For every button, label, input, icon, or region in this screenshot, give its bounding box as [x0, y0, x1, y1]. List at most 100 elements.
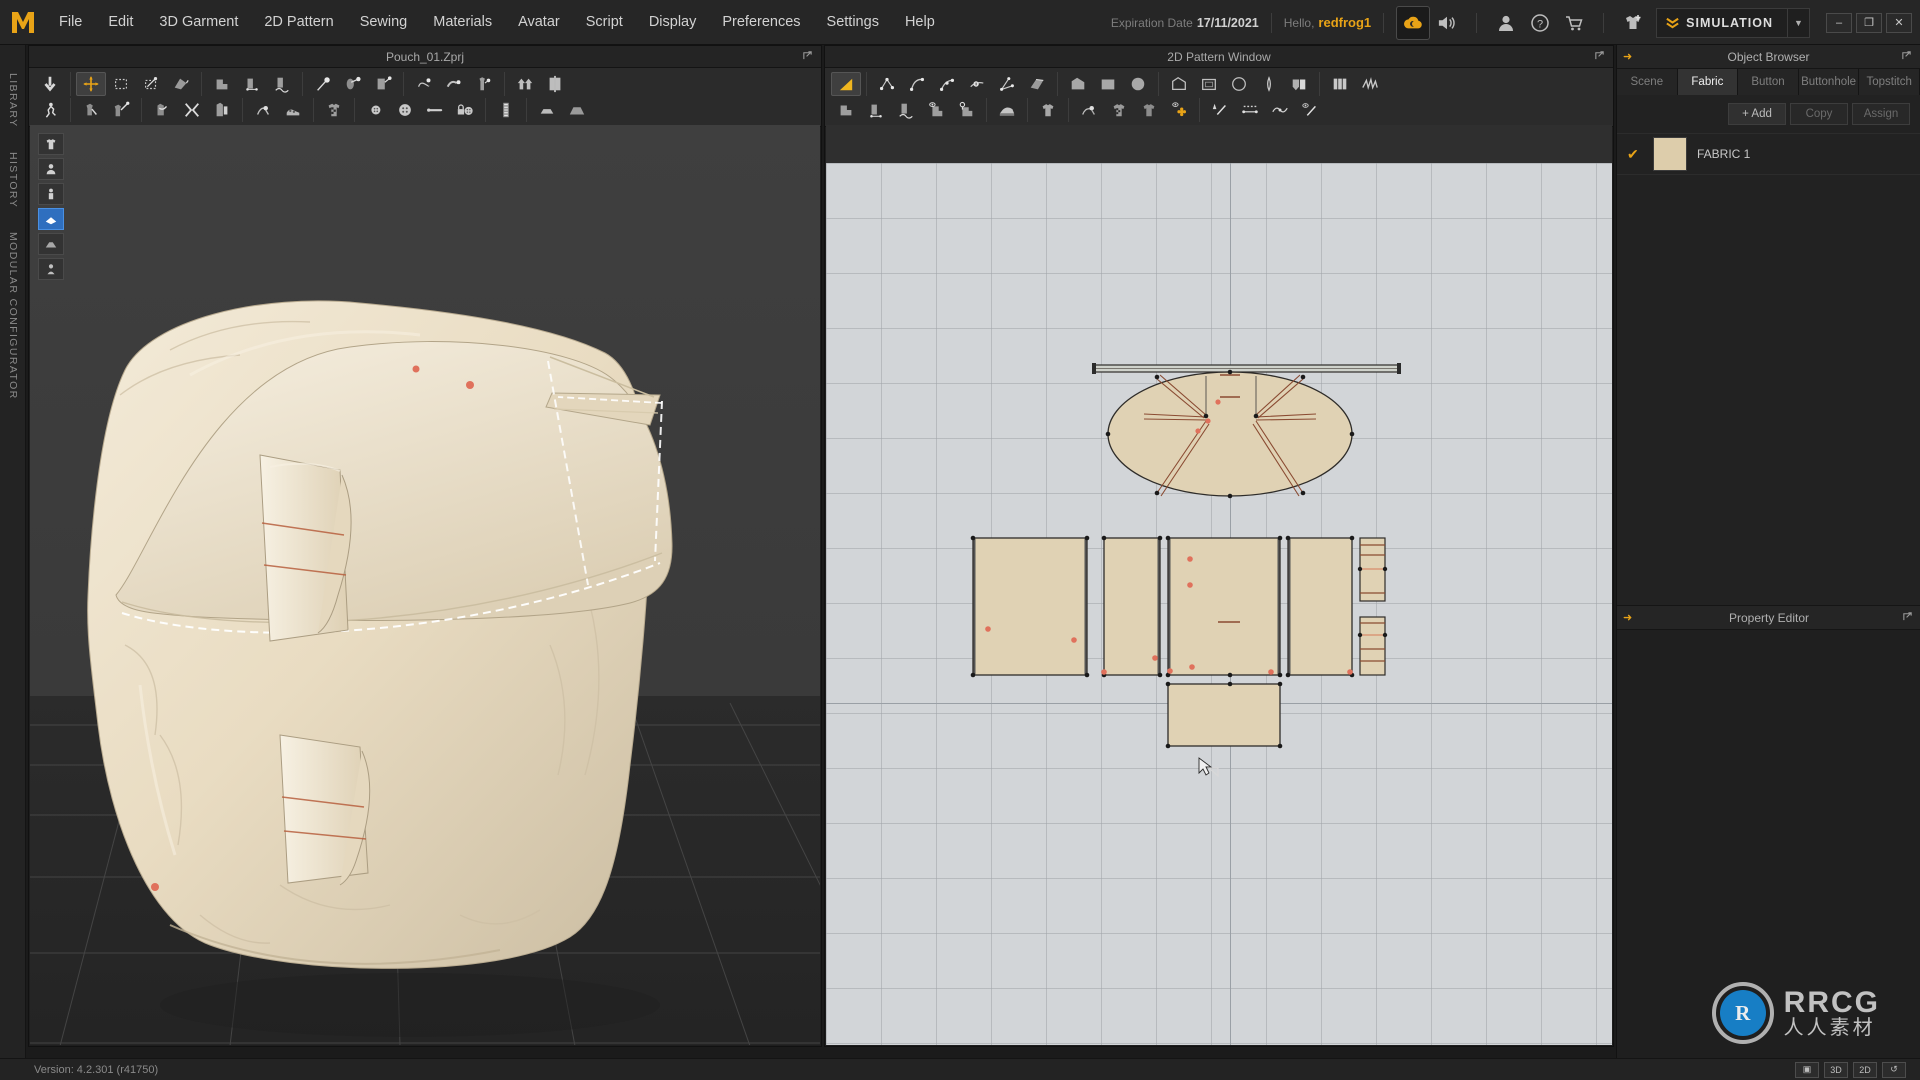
expand-icon[interactable]: [1901, 50, 1912, 64]
split-view-button[interactable]: ▣: [1795, 1061, 1819, 1078]
button-icon[interactable]: [390, 98, 420, 122]
fold-arrange-tool[interactable]: [166, 72, 196, 96]
zipper-strip-icon[interactable]: [491, 98, 521, 122]
menu-script[interactable]: Script: [573, 0, 636, 45]
pleat-tool[interactable]: [1284, 72, 1314, 96]
measure-dot-icon[interactable]: [1235, 98, 1265, 122]
segment-tool[interactable]: [992, 72, 1022, 96]
segment-sew-tool[interactable]: [207, 72, 237, 96]
menu-edit[interactable]: Edit: [95, 0, 146, 45]
fabric-list-item[interactable]: ✔ FABRIC 1: [1617, 133, 1920, 175]
view-2d-button[interactable]: 2D: [1853, 1061, 1877, 1078]
attach-icon[interactable]: [469, 72, 499, 96]
sidebar-tab-library[interactable]: LIBRARY: [7, 63, 19, 142]
menu-display[interactable]: Display: [636, 0, 710, 45]
add-fabric-button[interactable]: + Add: [1728, 103, 1786, 125]
assign-fabric-button[interactable]: Assign: [1852, 103, 1910, 125]
view-fabric-button[interactable]: [38, 208, 64, 230]
expand-icon[interactable]: [802, 50, 813, 64]
skin-offset-icon[interactable]: [147, 98, 177, 122]
transform-pattern-tool[interactable]: [35, 72, 65, 96]
surface-icon[interactable]: [562, 98, 592, 122]
copy-fabric-button[interactable]: Copy: [1790, 103, 1848, 125]
edit-curve-point-tool[interactable]: [902, 72, 932, 96]
elastic-bar-icon[interactable]: [420, 98, 450, 122]
tape-icon[interactable]: [338, 72, 368, 96]
add-point-tool[interactable]: [932, 72, 962, 96]
close-button[interactable]: ✕: [1886, 12, 1912, 33]
tab-scene[interactable]: Scene: [1617, 69, 1678, 95]
xray-joint-icon[interactable]: [177, 98, 207, 122]
menu-materials[interactable]: Materials: [420, 0, 505, 45]
point-dart-tool[interactable]: [962, 72, 992, 96]
sidebar-tab-history[interactable]: HISTORY: [7, 142, 19, 222]
zipper-open-icon[interactable]: [540, 72, 570, 96]
mn-sew-tool[interactable]: [267, 72, 297, 96]
check-sew-tool[interactable]: [951, 98, 981, 122]
pin-arrow-icon[interactable]: ➜: [1623, 50, 1632, 63]
user-icon[interactable]: [1489, 6, 1523, 40]
username-label[interactable]: redfrog1: [1318, 15, 1371, 30]
edit-sew-tool[interactable]: [921, 98, 951, 122]
arrange-point-icon[interactable]: [207, 98, 237, 122]
edit-pattern-tool[interactable]: [831, 72, 861, 96]
pose-icon[interactable]: [76, 98, 106, 122]
shirt-view-icon[interactable]: [1134, 98, 1164, 122]
tab-button[interactable]: Button: [1738, 69, 1799, 95]
buttonhole-lock-icon[interactable]: [450, 98, 480, 122]
rect-pattern-tool[interactable]: [1194, 72, 1224, 96]
view-person-button[interactable]: [38, 183, 64, 205]
free-select-tool[interactable]: [136, 72, 166, 96]
tab-fabric[interactable]: Fabric: [1677, 69, 1739, 95]
reset-view-button[interactable]: ↺: [1882, 1061, 1906, 1078]
view-garment-button[interactable]: [38, 133, 64, 155]
fabric-swatch[interactable]: [1653, 137, 1687, 171]
tab-buttonhole[interactable]: Buttonhole: [1798, 69, 1860, 95]
fold-pattern-tool[interactable]: [1325, 72, 1355, 96]
plane-icon[interactable]: [532, 98, 562, 122]
menu-3d-garment[interactable]: 3D Garment: [146, 0, 251, 45]
tab-topstitch[interactable]: Topstitch: [1859, 69, 1920, 95]
circle-tool[interactable]: [1123, 72, 1153, 96]
menu-sewing[interactable]: Sewing: [347, 0, 421, 45]
simulation-mode-selector[interactable]: SIMULATION ▼: [1656, 7, 1810, 38]
segment-sew-2d-tool[interactable]: [831, 98, 861, 122]
walking-icon[interactable]: [35, 98, 65, 122]
checker-shirt-icon[interactable]: [319, 98, 349, 122]
zipper-up-icon[interactable]: [510, 72, 540, 96]
expand-icon[interactable]: [1902, 611, 1913, 625]
2d-viewport[interactable]: [826, 125, 1612, 1045]
menu-settings[interactable]: Settings: [814, 0, 892, 45]
rect-select-tool[interactable]: [106, 72, 136, 96]
free-sew-tool[interactable]: [237, 72, 267, 96]
trim-view-icon[interactable]: [1164, 98, 1194, 122]
flatten-icon[interactable]: [439, 72, 469, 96]
polygon-pattern-tool[interactable]: [1164, 72, 1194, 96]
dart-tool[interactable]: [1254, 72, 1284, 96]
pin-icon[interactable]: [308, 72, 338, 96]
free-sew-2d-tool[interactable]: [861, 98, 891, 122]
pin-arrow-icon[interactable]: ➜: [1623, 611, 1632, 624]
measure-line-icon[interactable]: [1205, 98, 1235, 122]
garment-plus-icon[interactable]: [1616, 6, 1650, 40]
fold-unfold-tool[interactable]: [1022, 72, 1052, 96]
menu-preferences[interactable]: Preferences: [709, 0, 813, 45]
3d-viewport[interactable]: [30, 125, 820, 1045]
view-shade-button[interactable]: [38, 233, 64, 255]
polygon-tool[interactable]: [1063, 72, 1093, 96]
fold-arrange-icon[interactable]: [368, 72, 398, 96]
measure-curve-icon[interactable]: [1265, 98, 1295, 122]
menu-help[interactable]: Help: [892, 0, 948, 45]
checker-icon[interactable]: [1104, 98, 1134, 122]
measure-eye-icon[interactable]: [1295, 98, 1325, 122]
edit-curvature-tool[interactable]: [872, 72, 902, 96]
shoes-icon[interactable]: [278, 98, 308, 122]
view-texture-button[interactable]: [38, 258, 64, 280]
circle-pattern-tool[interactable]: [1224, 72, 1254, 96]
minimize-button[interactable]: –: [1826, 12, 1852, 33]
menu-file[interactable]: File: [46, 0, 95, 45]
button-place-icon[interactable]: [360, 98, 390, 122]
cloud-icon[interactable]: [1396, 5, 1431, 40]
restore-button[interactable]: ❐: [1856, 12, 1882, 33]
chevron-down-icon[interactable]: ▼: [1787, 8, 1809, 37]
